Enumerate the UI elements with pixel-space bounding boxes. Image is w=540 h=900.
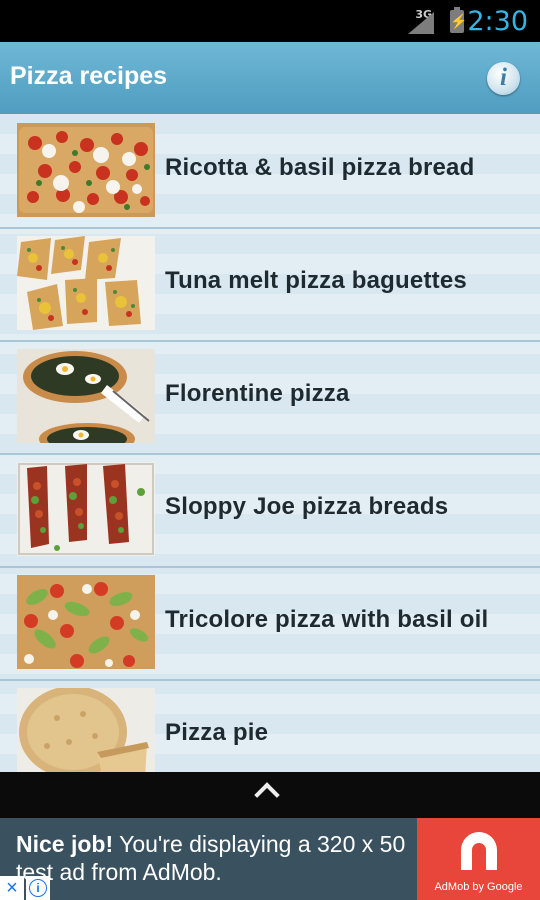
chevron-up-icon[interactable] <box>254 782 280 808</box>
battery-icon: ⚡ <box>450 7 468 33</box>
recipe-thumbnail <box>17 349 155 443</box>
recipe-thumbnail <box>17 462 155 556</box>
ad-text[interactable]: Nice job! You're displaying a 320 x 50 t… <box>16 830 416 886</box>
recipe-title: Ricotta & basil pizza bread <box>165 154 475 181</box>
list-item[interactable]: Pizza pie <box>0 679 540 772</box>
recipe-title: Florentine pizza <box>165 380 350 407</box>
admob-caption: AdMob by Google <box>434 881 523 893</box>
recipe-thumbnail <box>17 688 155 772</box>
ad-banner[interactable]: Nice job! You're displaying a 320 x 50 t… <box>0 818 540 900</box>
action-bar: Pizza recipes i <box>0 42 540 114</box>
charging-glyph: ⚡ <box>450 13 468 29</box>
list-item[interactable]: Ricotta & basil pizza bread <box>0 114 540 229</box>
status-bar: 3G ⚡ 2:30 <box>0 0 540 42</box>
recipe-thumbnail <box>17 123 155 217</box>
admob-logo-panel[interactable]: AdMob by Google <box>417 818 540 900</box>
signal-icon <box>408 12 434 34</box>
admob-logo-icon <box>461 832 497 870</box>
page-title: Pizza recipes <box>10 62 168 90</box>
recipe-title: Sloppy Joe pizza breads <box>165 493 449 520</box>
ad-info-icon[interactable]: i <box>26 876 50 900</box>
close-icon[interactable]: × <box>0 876 24 900</box>
ad-info-glyph: i <box>29 879 47 897</box>
recipe-title: Pizza pie <box>165 719 269 746</box>
clock: 2:30 <box>467 6 528 37</box>
ad-headline: Nice job! <box>16 831 114 857</box>
list-item[interactable]: Tricolore pizza with basil oil <box>0 566 540 681</box>
recipe-title: Tuna melt pizza baguettes <box>165 267 467 294</box>
list-item[interactable]: Sloppy Joe pizza breads <box>0 453 540 568</box>
list-item[interactable]: Tuna melt pizza baguettes <box>0 227 540 342</box>
list-item[interactable]: Florentine pizza <box>0 340 540 455</box>
recipe-list[interactable]: Ricotta & basil pizza bread Tuna melt pi… <box>0 114 540 772</box>
recipe-title: Tricolore pizza with basil oil <box>165 606 489 633</box>
scroll-up-bar[interactable] <box>0 772 540 818</box>
info-icon[interactable]: i <box>487 62 520 95</box>
recipe-thumbnail <box>17 236 155 330</box>
info-glyph: i <box>500 64 507 91</box>
recipe-thumbnail <box>17 575 155 669</box>
